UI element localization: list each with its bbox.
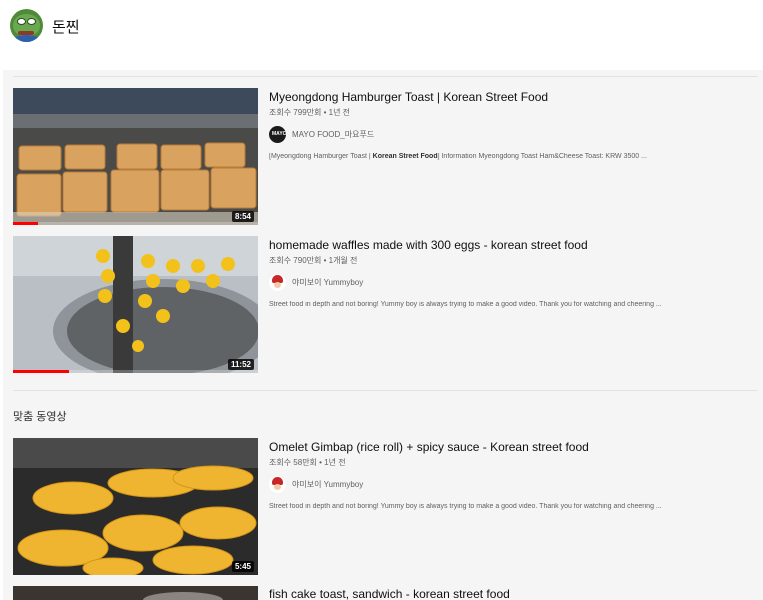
yummyboy-avatar-icon (269, 273, 286, 291)
mayo-food-logo-icon: MAYO (269, 125, 286, 143)
video-item-fish-cake-toast[interactable]: fish cake toast, sandwich - korean stree… (13, 586, 758, 600)
channel-header: 돈찐 (0, 0, 763, 66)
description-highlight: Korean Street Food (372, 153, 438, 160)
video-thumbnail[interactable]: 8:54 (13, 88, 258, 225)
video-description: Street food in depth and not boring! Yum… (269, 301, 662, 308)
progress-track (13, 222, 258, 225)
channel-name[interactable]: 돈찐 (52, 16, 80, 37)
video-meta: 조회수 799만회 • 1년 전 (269, 108, 351, 117)
watch-progress-bar (13, 222, 38, 225)
description-prefix: [Myeongdong Hamburger Toast | (269, 153, 373, 160)
duration-badge: 11:52 (227, 359, 254, 370)
video-description: [Myeongdong Hamburger Toast | Korean Str… (269, 153, 755, 160)
channel-avatar[interactable] (10, 9, 43, 42)
video-channel[interactable]: 야미보이 Yummyboy (269, 475, 363, 493)
section-heading: 맞춤 동영상 (13, 411, 67, 423)
duration-badge: 8:54 (231, 211, 254, 222)
video-channel-name: 야미보이 Yummyboy (292, 277, 364, 287)
video-title[interactable]: Omelet Gimbap (rice roll) + spicy sauce … (269, 440, 589, 454)
video-item-hamburger-toast[interactable]: 8:54 Myeongdong Hamburger Toast | Korean… (13, 88, 758, 225)
avatar-shirt (12, 35, 41, 42)
duration-badge: 5:45 (231, 561, 254, 572)
avatar-eye-left (17, 18, 26, 25)
fish-cake-toast-image (13, 586, 258, 600)
video-item-omelet-gimbap[interactable]: 5:45 Omelet Gimbap (rice roll) + spicy s… (13, 438, 758, 575)
video-title[interactable]: fish cake toast, sandwich - korean stree… (269, 587, 510, 600)
video-meta: 조회수 58만회 • 1년 전 (269, 458, 346, 467)
video-thumbnail[interactable] (13, 586, 258, 600)
watch-progress-bar (13, 370, 70, 373)
video-list-panel: 8:54 Myeongdong Hamburger Toast | Korean… (3, 70, 763, 600)
video-description: Street food in depth and not boring! Yum… (269, 503, 662, 510)
video-item-waffles[interactable]: 11:52 homemade waffles made with 300 egg… (13, 236, 758, 373)
divider (13, 390, 758, 391)
video-thumbnail[interactable]: 5:45 (13, 438, 258, 575)
video-thumbnail[interactable]: 11:52 (13, 236, 258, 373)
description-suffix: ] Information Myeongdong Toast Ham&Chees… (437, 153, 647, 160)
video-channel-name: MAYO FOOD_마요푸드 (292, 129, 375, 139)
avatar-eye-right (27, 18, 36, 25)
egg-waffle-image (13, 236, 258, 373)
video-channel-name: 야미보이 Yummyboy (292, 479, 364, 489)
toast-griddle-image (13, 88, 258, 225)
video-channel[interactable]: 야미보이 Yummyboy (269, 273, 363, 291)
video-title[interactable]: homemade waffles made with 300 eggs - ko… (269, 238, 588, 252)
omelet-gimbap-image (13, 438, 258, 575)
video-title[interactable]: Myeongdong Hamburger Toast | Korean Stre… (269, 90, 548, 104)
video-meta: 조회수 790만회 • 1개월 전 (269, 256, 358, 265)
yummyboy-avatar-icon (269, 475, 286, 493)
video-channel[interactable]: MAYO MAYO FOOD_마요푸드 (269, 125, 374, 143)
divider (13, 76, 758, 77)
